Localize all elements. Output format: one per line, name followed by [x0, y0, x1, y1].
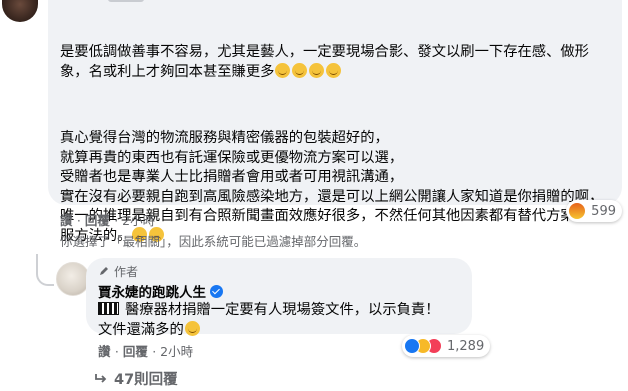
reply-bubble: 作者 賈永婕的跑跳人生 醫療器材捐贈一定要有人現場簽文件，以示負責！ 文件還滿多… [86, 258, 472, 338]
grin-sweat-icon [309, 62, 325, 78]
grin-sweat-icon [292, 62, 308, 78]
verified-badge-icon [210, 284, 223, 298]
pen-icon [100, 267, 108, 275]
commenter-name-cropped[interactable] [108, 0, 144, 2]
reply-link[interactable]: 回覆 [123, 344, 148, 359]
angry-reaction-icon [569, 203, 586, 219]
like-link[interactable]: 讚 [98, 344, 111, 359]
grin-sweat-icon [275, 62, 291, 78]
comment-reactions[interactable]: 599 [566, 200, 622, 222]
view-more-replies[interactable]: 47則回覆 [94, 368, 178, 389]
comment-actions: 讚 · 回覆 · 2小時 [60, 213, 156, 228]
reply-actions: 讚 · 回覆 · 2小時 [98, 344, 194, 359]
commenter-avatar[interactable] [2, 0, 38, 22]
main-comment-bubble: 是要低調做善事不容易，尤其是藝人，一定要現場合影、發文以刷一下存在感、做形象，名… [48, 0, 622, 244]
like-link[interactable]: 讚 [60, 213, 73, 228]
timestamp[interactable]: 2小時 [160, 344, 193, 359]
thread-connector [36, 254, 54, 286]
comment-paragraph: 是要低調做善事不容易，尤其是藝人，一定要現場合影、發文以刷一下存在感、做形象，名… [60, 44, 589, 80]
reply-arrow-icon [95, 373, 107, 383]
author-avatar[interactable] [56, 262, 90, 296]
qr-code-icon [98, 302, 119, 315]
like-reaction-icon [404, 338, 420, 354]
author-name[interactable]: 賈永婕的跑跳人生 [98, 281, 460, 301]
reaction-count: 599 [591, 203, 616, 219]
reply-link[interactable]: 回覆 [85, 213, 110, 228]
reaction-count: 1,289 [447, 338, 485, 354]
timestamp[interactable]: 2小時 [122, 213, 155, 228]
reply-text-line: 醫療器材捐贈一定要有人現場簽文件，以示負責！ [98, 301, 460, 321]
author-badge: 作者 [98, 263, 460, 279]
grin-sweat-icon [326, 62, 342, 78]
reply-reactions[interactable]: 1,289 [402, 335, 491, 357]
filter-notice: 你選擇了「最相關」，因此系統可能已過濾掉部分回覆。 [60, 234, 367, 249]
grin-icon [184, 320, 200, 336]
